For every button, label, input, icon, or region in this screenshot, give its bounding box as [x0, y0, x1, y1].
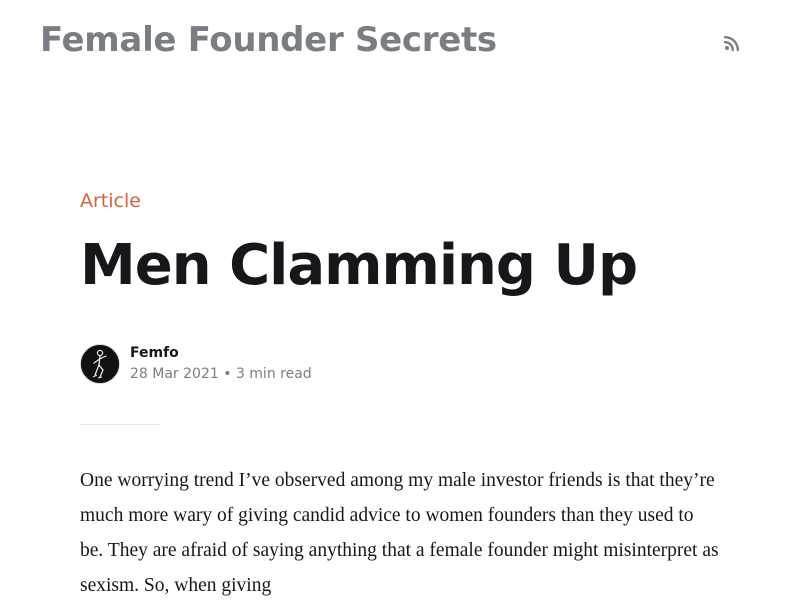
post-title: Men Clamming Up	[80, 233, 638, 298]
post-content: One worrying trend I’ve observed among m…	[80, 463, 720, 600]
site-header: Female Founder Secrets	[40, 18, 760, 66]
tag-link[interactable]: Article	[80, 186, 141, 216]
byline-divider	[80, 424, 160, 425]
rss-icon	[723, 34, 741, 52]
read-time: 3 min read	[235, 366, 312, 382]
post-date: 28 Mar 2021	[130, 366, 219, 382]
byline: Femfo 28 Mar 2021 • 3 min read	[80, 344, 720, 386]
rss-button[interactable]	[723, 34, 741, 52]
meta-separator: •	[223, 366, 232, 382]
author-avatar[interactable]	[80, 344, 120, 384]
article: Article Men Clamming Up Femfo 28 Mar 202…	[80, 186, 720, 600]
post-meta: 28 Mar 2021 • 3 min read	[130, 364, 312, 384]
body-paragraph: One worrying trend I’ve observed among m…	[80, 470, 719, 596]
dancing-figure-avatar-icon	[81, 345, 119, 383]
author-name-link[interactable]: Femfo	[130, 344, 179, 362]
site-title-link[interactable]: Female Founder Secrets	[40, 18, 497, 62]
